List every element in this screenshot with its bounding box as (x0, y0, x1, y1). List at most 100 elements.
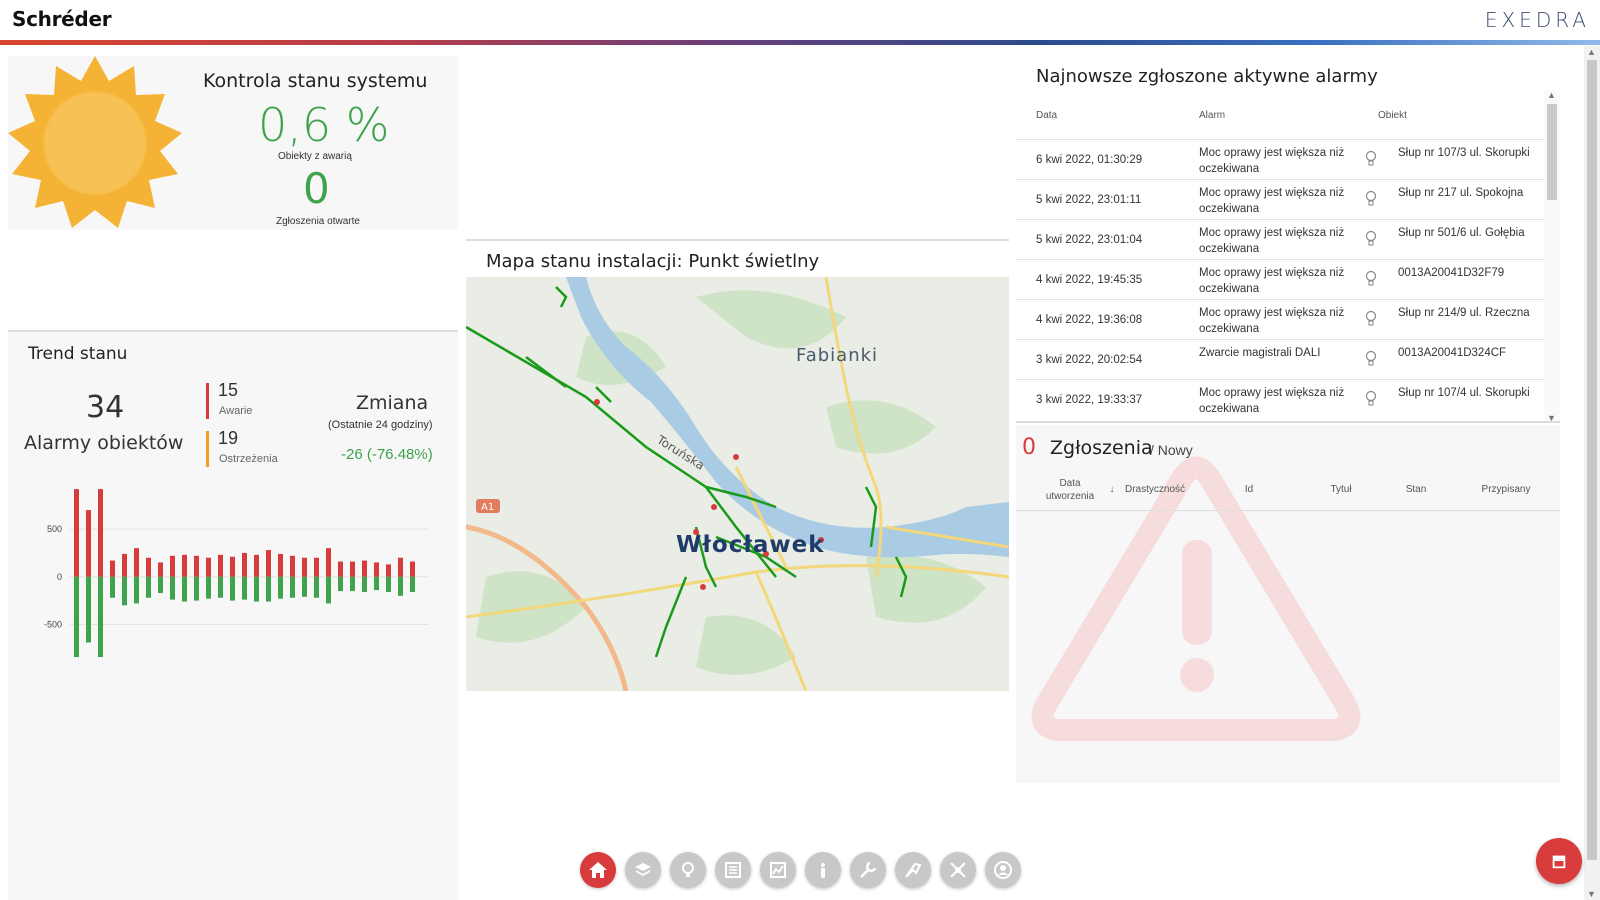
chart-bar-positive[interactable] (86, 510, 91, 577)
chart-bar-positive[interactable] (326, 548, 331, 577)
chart-bar-negative[interactable] (290, 576, 295, 598)
tickets-col-id[interactable]: Id (1234, 484, 1264, 495)
chart-bar-positive[interactable] (158, 562, 163, 577)
page-scrollbar[interactable]: ▲ ▼ (1584, 46, 1600, 900)
chart-bar-negative[interactable] (98, 576, 103, 657)
chart-bar-positive[interactable] (374, 562, 379, 577)
tickets-col-assigned[interactable]: Przypisany (1471, 484, 1541, 495)
chart-bar-negative[interactable] (74, 576, 79, 657)
chart-bar-positive[interactable] (266, 550, 271, 577)
nav-luminaires-button[interactable] (670, 852, 706, 888)
alarm-row[interactable]: 3 kwi 2022, 19:33:37 Moc oprawy jest więk… (1016, 379, 1544, 419)
chart-bar-negative[interactable] (242, 576, 247, 600)
chart-bar-positive[interactable] (218, 554, 223, 577)
scroll-down-icon[interactable]: ▼ (1547, 413, 1556, 421)
chart-bar-negative[interactable] (278, 576, 283, 599)
chart-bar-positive[interactable] (290, 555, 295, 577)
installation-map[interactable]: Fabianki Włocławek Toruńska A1 (466, 277, 1009, 691)
scroll-down-icon[interactable]: ▼ (1587, 889, 1596, 899)
alarm-row[interactable]: 6 kwi 2022, 01:30:29 Moc oprawy jest więk… (1016, 139, 1544, 180)
nav-tools-button[interactable] (895, 852, 931, 888)
failures-count: 15 (218, 380, 239, 400)
chart-bar-negative[interactable] (134, 576, 139, 604)
chart-bar-negative[interactable] (146, 576, 151, 598)
chart-bar-negative[interactable] (386, 576, 391, 593)
nav-maintenance-button[interactable] (850, 852, 886, 888)
alarms-scrollbar[interactable]: ▲ ▼ (1544, 90, 1560, 421)
alarm-row[interactable]: 5 kwi 2022, 23:01:11 Moc oprawy jest więk… (1016, 179, 1544, 220)
chart-bar-positive[interactable] (182, 554, 187, 577)
chart-bar-positive[interactable] (74, 489, 79, 577)
chart-bar-positive[interactable] (338, 561, 343, 577)
chart-bar-negative[interactable] (314, 576, 319, 598)
nav-info-button[interactable] (805, 852, 841, 888)
tickets-col-created[interactable]: Data utworzenia (1042, 477, 1098, 503)
alarm-row[interactable]: 5 kwi 2022, 23:01:04 Moc oprawy jest więk… (1016, 219, 1544, 260)
nav-home-button[interactable] (580, 852, 616, 888)
chart-bar-positive[interactable] (194, 555, 199, 577)
trend-bar-chart[interactable]: 500 0 -500 (28, 487, 438, 657)
nav-user-button[interactable] (985, 852, 1021, 888)
chart-bar-negative[interactable] (398, 576, 403, 596)
scroll-up-icon[interactable]: ▲ (1547, 90, 1556, 100)
chart-bar-positive[interactable] (242, 552, 247, 577)
chart-bar-negative[interactable] (350, 576, 355, 592)
alarm-row[interactable]: 4 kwi 2022, 19:45:35 Moc oprawy jest więk… (1016, 259, 1544, 300)
chart-bar-positive[interactable] (386, 564, 391, 577)
page-scroll-thumb[interactable] (1587, 60, 1597, 860)
chart-bar-positive[interactable] (410, 561, 415, 577)
chart-bar-negative[interactable] (182, 576, 187, 602)
chart-bar-positive[interactable] (98, 489, 103, 577)
chart-bar-negative[interactable] (302, 576, 307, 597)
alarms-col-object[interactable]: Obiekt (1378, 110, 1407, 121)
chart-bar-negative[interactable] (230, 576, 235, 601)
chart-bar-negative[interactable] (170, 576, 175, 600)
nav-catalog-button[interactable] (715, 852, 751, 888)
chart-bar-positive[interactable] (278, 553, 283, 577)
health-trend-widget: Trend stanu 34 Alarmy obiektów 15 Awarie… (8, 330, 458, 900)
store-button[interactable] (1536, 838, 1582, 884)
chart-bar-negative[interactable] (338, 576, 343, 592)
chart-bar-positive[interactable] (350, 561, 355, 577)
tickets-col-subject[interactable]: Tytuł (1316, 484, 1366, 495)
chart-bar-positive[interactable] (314, 557, 319, 577)
alarms-scroll-thumb[interactable] (1547, 104, 1557, 200)
sort-down-icon[interactable]: ↓ (1106, 484, 1118, 495)
chart-bar-positive[interactable] (254, 554, 259, 577)
nav-devices-button[interactable] (940, 852, 976, 888)
chart-bar-positive[interactable] (302, 557, 307, 577)
chart-bar-positive[interactable] (362, 560, 367, 577)
chart-bar-positive[interactable] (122, 553, 127, 577)
chart-bar-negative[interactable] (254, 576, 259, 602)
chart-bar-positive[interactable] (230, 556, 235, 577)
alarms-col-alarm[interactable]: Alarm (1199, 110, 1225, 121)
chart-bar-positive[interactable] (134, 548, 139, 577)
chart-bar-negative[interactable] (218, 576, 223, 598)
chart-bar-negative[interactable] (362, 576, 367, 593)
alarm-row[interactable]: 4 kwi 2022, 19:36:08 Moc oprawy jest więk… (1016, 299, 1544, 340)
tickets-col-state[interactable]: Stan (1396, 484, 1436, 495)
chart-bar-negative[interactable] (266, 576, 271, 602)
chart-bar-positive[interactable] (170, 555, 175, 577)
tickets-col-severity[interactable]: Drastyczność (1120, 484, 1190, 495)
chart-bar-negative[interactable] (374, 576, 379, 591)
chart-bar-negative[interactable] (326, 576, 331, 604)
nav-analytics-button[interactable] (760, 852, 796, 888)
chart-bar-negative[interactable] (122, 576, 127, 606)
alarm-row[interactable]: 3 kwi 2022, 20:02:54 Zwarcie magistrali D… (1016, 339, 1544, 380)
chart-bar-positive[interactable] (398, 557, 403, 577)
nav-layers-button[interactable] (625, 852, 661, 888)
chart-bar-negative[interactable] (110, 576, 115, 598)
chart-bar-positive[interactable] (206, 557, 211, 577)
chart-bar-positive[interactable] (146, 557, 151, 577)
scroll-up-icon[interactable]: ▲ (1587, 47, 1596, 57)
brand-logo[interactable]: Schréder (12, 7, 112, 31)
chart-bar-negative[interactable] (206, 576, 211, 599)
top-bar: Schréder EXEDRA (0, 0, 1600, 40)
chart-bar-negative[interactable] (410, 576, 415, 593)
alarms-col-date[interactable]: Data (1036, 110, 1057, 121)
chart-bar-negative[interactable] (86, 576, 91, 643)
chart-bar-negative[interactable] (194, 576, 199, 601)
chart-bar-positive[interactable] (110, 560, 115, 577)
chart-bar-negative[interactable] (158, 576, 163, 593)
